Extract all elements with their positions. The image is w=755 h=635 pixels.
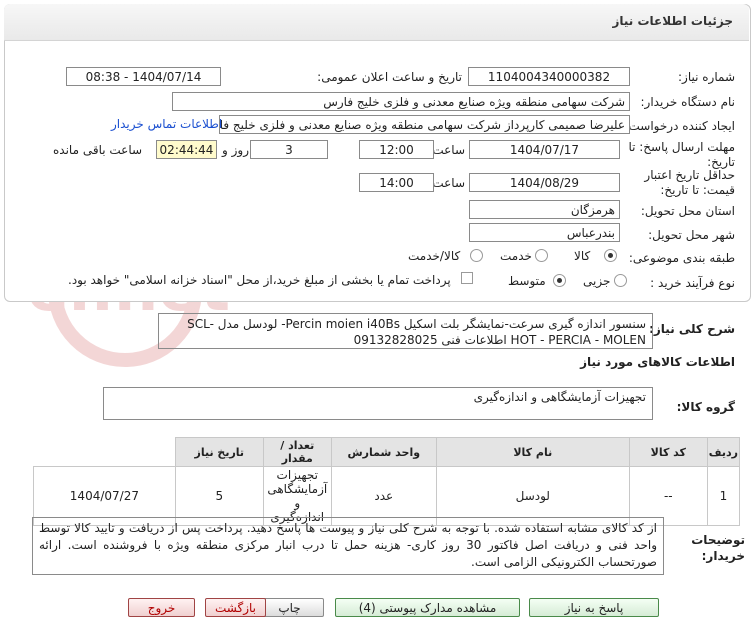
items-table: ردیف کد کالا نام کالا واحد شمارش تعداد /… xyxy=(33,437,741,526)
city-label: شهر محل تحویل: xyxy=(648,228,735,242)
process-label: نوع فرآیند خرید : xyxy=(650,276,735,290)
reply-button-label: پاسخ به نیاز xyxy=(564,601,624,615)
announce-field: 1404/07/14 - 08:38 xyxy=(66,67,221,86)
reply-button[interactable]: پاسخ به نیاز xyxy=(529,598,659,617)
province-field: هرمزگان xyxy=(469,200,620,219)
category-radio-goods[interactable] xyxy=(604,249,617,262)
exit-button-label: خروج xyxy=(147,601,176,615)
description-box: سنسور اندازه گیری سرعت-نمایشگر بلت اسکیل… xyxy=(158,313,653,349)
goods-group-box: تجهیزات آزمایشگاهی و اندازه‌گیری xyxy=(103,387,653,420)
col-item-code: کد کالا xyxy=(628,437,708,467)
validity-label-2: قیمت: تا تاریخ: xyxy=(660,183,735,197)
panel-header: جزئیات اطلاعات نیاز xyxy=(4,4,749,41)
back-button[interactable]: بازگشت xyxy=(205,598,266,617)
city-field: بندرعباس xyxy=(469,223,620,242)
need-number-field: 1104004340000382 xyxy=(468,67,630,86)
print-button-label: چاپ xyxy=(278,601,301,615)
goods-info-title: اطلاعات کالاهای مورد نیاز xyxy=(580,355,735,369)
process-option-medium: متوسط xyxy=(508,274,546,288)
deadline-label: مهلت ارسال پاسخ: تا xyxy=(628,140,735,154)
category-option-goods: کالا xyxy=(574,249,591,263)
treasury-payment-checkbox[interactable] xyxy=(461,272,473,284)
col-unit: واحد شمارش xyxy=(330,437,437,467)
deadline-time-field: 12:00 xyxy=(359,140,434,159)
process-radio-minor[interactable] xyxy=(614,274,627,287)
validity-label: حداقل تاریخ اعتبار xyxy=(644,168,735,182)
cell-group-line-1: تجهیزات xyxy=(276,468,319,482)
table-header-row: ردیف کد کالا نام کالا واحد شمارش تعداد /… xyxy=(34,437,741,467)
attachments-button-label: مشاهده مدارک پیوستی (4) xyxy=(358,601,497,615)
col-row-number: ردیف xyxy=(706,437,741,467)
process-radio-medium[interactable] xyxy=(553,274,566,287)
province-label: استان محل تحویل: xyxy=(640,204,735,218)
days-remaining-field: 3 xyxy=(250,140,328,159)
back-button-label: بازگشت xyxy=(215,601,256,615)
cell-group-line-2: آزمایشگاهی و xyxy=(267,482,328,510)
time-remaining-field: 02:44:44 xyxy=(156,140,217,159)
cell-row-number: 1 xyxy=(706,466,741,526)
buyer-notes-label: توضیحات خریدار: xyxy=(691,533,745,563)
category-radio-both[interactable] xyxy=(470,249,483,262)
time-remaining-label: ساعت باقی مانده xyxy=(53,143,143,157)
validity-time-label: ساعت xyxy=(432,176,465,190)
exit-button[interactable]: خروج xyxy=(128,598,195,617)
creator-label: ایجاد کننده درخواست: xyxy=(624,119,735,133)
buyer-label: نام دستگاه خریدار: xyxy=(640,95,736,109)
buyer-contact-link[interactable]: اطلاعات تماس خریدار xyxy=(111,117,222,131)
goods-group-label: گروه کالا: xyxy=(676,400,735,414)
creator-field: علیرضا صمیمی کارپرداز شرکت سهامی منطقه و… xyxy=(219,115,630,134)
description-label: شرح کلی نیاز: xyxy=(649,322,735,336)
buyer-field: شرکت سهامی منطقه ویژه صنایع معدنی و فلزی… xyxy=(172,92,630,111)
deadline-label-2: تاریخ: xyxy=(707,155,735,169)
deadline-date-field: 1404/07/17 xyxy=(469,140,620,159)
days-label: روز و xyxy=(222,143,249,157)
announce-label: تاریخ و ساعت اعلان عمومی: xyxy=(317,70,462,84)
page-title: جزئیات اطلاعات نیاز xyxy=(612,14,733,28)
category-option-service: خدمت xyxy=(500,249,532,263)
col-item-name: نام کالا xyxy=(435,437,630,467)
deadline-time-label: ساعت xyxy=(432,143,465,157)
process-option-minor: جزیی xyxy=(583,274,611,288)
validity-date-field: 1404/08/29 xyxy=(469,173,620,192)
category-label: طبقه بندی موضوعی: xyxy=(628,251,735,265)
col-need-date: تاریخ نیاز xyxy=(174,437,264,467)
need-number-label: شماره نیاز: xyxy=(678,70,735,84)
category-radio-service[interactable] xyxy=(535,249,548,262)
category-option-both: کالا/خدمت xyxy=(408,249,461,263)
treasury-payment-note: پرداخت تمام یا بخشی از مبلغ خرید،از محل … xyxy=(68,273,451,287)
attachments-button[interactable]: مشاهده مدارک پیوستی (4) xyxy=(335,598,520,617)
buyer-notes-box: از کد کالای مشابه استفاده شده. با توجه ب… xyxy=(32,517,664,575)
col-quantity: تعداد / مقدار xyxy=(262,437,332,467)
validity-time-field: 14:00 xyxy=(359,173,434,192)
